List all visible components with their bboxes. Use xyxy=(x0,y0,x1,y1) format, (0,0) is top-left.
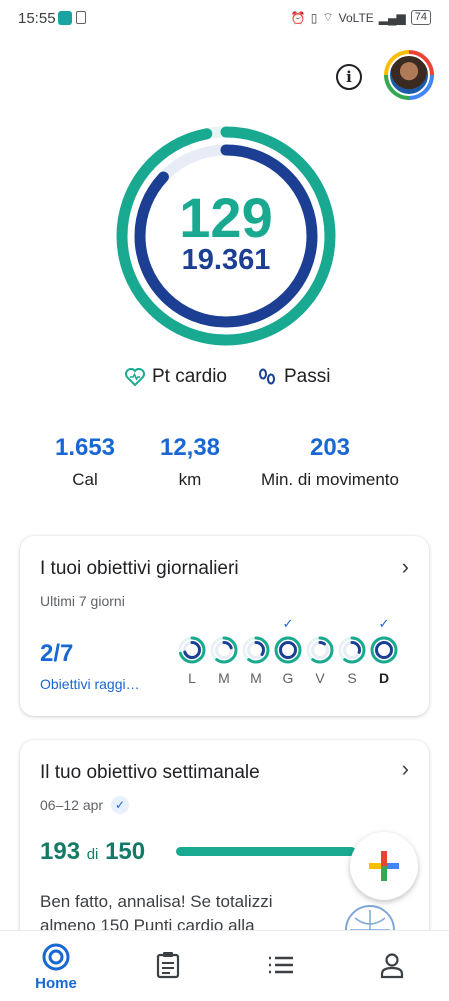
day-label: M xyxy=(250,670,262,686)
nav-profile[interactable] xyxy=(352,931,432,1001)
stat-calories: 1.653 Cal xyxy=(40,434,130,490)
day-label: G xyxy=(282,670,294,686)
daily-goals-card[interactable]: I tuoi obiettivi giornalieri › Ultimi 7 … xyxy=(20,536,429,716)
vibrate-icon: ▯ xyxy=(310,10,318,25)
info-icon: i xyxy=(346,68,352,86)
browse-icon xyxy=(269,956,293,974)
avatar[interactable] xyxy=(384,50,434,100)
day-ring xyxy=(242,636,270,664)
day-check-icon: ✓ xyxy=(282,616,294,631)
plus-icon xyxy=(369,851,399,881)
day-column: ✓ D xyxy=(370,616,398,686)
app-notification-icon xyxy=(58,11,72,25)
day-label: D xyxy=(378,670,390,686)
day-column: S xyxy=(338,636,366,686)
network-label: VoLTE xyxy=(338,10,374,25)
weekly-goal-progress-fill xyxy=(176,847,356,856)
stat-move-minutes: 203 Min. di movimento xyxy=(245,434,415,490)
day-ring xyxy=(274,636,302,664)
daily-goals-title: I tuoi obiettivi giornalieri xyxy=(40,558,239,579)
stat-calories-value: 1.653 xyxy=(54,434,116,461)
day-label: S xyxy=(347,670,357,686)
stat-calories-label: Cal xyxy=(72,470,98,489)
nav-home-label: Home xyxy=(35,975,77,992)
nav-browse[interactable] xyxy=(241,931,321,1001)
legend-steps: Passi xyxy=(256,366,330,388)
add-button[interactable] xyxy=(350,832,418,900)
status-right: ⏰ ▯ ⌔ VoLTE ▂▄▆ 74 xyxy=(291,10,431,25)
day-column: L xyxy=(178,636,206,686)
status-time: 15:55 xyxy=(18,10,56,27)
day-check-icon: ✓ xyxy=(378,616,390,631)
alarm-icon: ⏰ xyxy=(290,10,306,25)
battery-level: 74 xyxy=(410,10,431,25)
heart-points-value: 129 xyxy=(179,186,273,249)
check-icon: ✓ xyxy=(111,796,130,814)
profile-icon xyxy=(380,953,404,979)
home-icon xyxy=(42,943,70,971)
day-column: V xyxy=(306,636,334,686)
stat-distance-label: km xyxy=(178,470,202,489)
day-ring xyxy=(338,636,366,664)
steps-value: 19.361 xyxy=(181,244,271,276)
day-column: M xyxy=(210,636,238,686)
daily-goals-count: 2/7 xyxy=(40,640,74,667)
footsteps-icon xyxy=(259,368,275,385)
weekly-goal-achieved: 193 xyxy=(40,838,81,865)
day-ring xyxy=(210,636,238,664)
weekly-goal-date-range: 06–12 apr xyxy=(40,797,104,813)
weekly-goal-progress-track xyxy=(176,847,356,856)
stat-distance: 12,38 km xyxy=(145,434,235,490)
weekly-goal-of: di xyxy=(86,846,99,863)
legend-steps-label: Passi xyxy=(284,366,331,387)
legend-heart-label: Pt cardio xyxy=(152,366,227,387)
weekly-goal-title: Il tuo obiettivo settimanale xyxy=(40,762,260,783)
day-label: M xyxy=(218,670,230,686)
heart-icon xyxy=(125,368,145,387)
avatar-photo xyxy=(388,54,430,96)
weekly-goal-progress-text: 193 di 150 xyxy=(40,838,145,866)
journal-icon xyxy=(156,952,180,979)
daily-goals-count-label: Obiettivi raggi… xyxy=(40,676,140,692)
day-label: L xyxy=(188,670,196,686)
stat-distance-value: 12,38 xyxy=(159,434,221,461)
weekly-goal-daterow: 06–12 apr ✓ xyxy=(40,796,130,814)
sim-notification-icon xyxy=(76,11,86,24)
daily-goals-subtitle: Ultimi 7 giorni xyxy=(40,593,125,609)
wifi-icon: ⌔ xyxy=(322,10,334,24)
nav-home[interactable]: Home xyxy=(16,931,96,1001)
day-label: V xyxy=(315,670,325,686)
bottom-nav: Home xyxy=(0,930,449,1001)
stat-move-minutes-value: 203 xyxy=(309,434,351,461)
stat-move-minutes-label: Min. di movimento xyxy=(261,470,399,489)
legend-heart: Pt cardio xyxy=(124,366,227,388)
signal-icon: ▂▄▆ xyxy=(378,10,406,25)
info-button[interactable]: i xyxy=(336,64,362,90)
day-column: ✓ G xyxy=(274,616,302,686)
weekly-goal-target: 150 xyxy=(105,838,146,865)
chevron-right-icon: › xyxy=(401,554,409,579)
day-column: M xyxy=(242,636,270,686)
day-ring xyxy=(178,636,206,664)
nav-journal[interactable] xyxy=(128,931,208,1001)
day-ring xyxy=(306,636,334,664)
chevron-right-icon: › xyxy=(401,756,409,781)
status-bar: 15:55 ⏰ ▯ ⌔ VoLTE ▂▄▆ 74 xyxy=(0,0,449,40)
day-ring xyxy=(370,636,398,664)
